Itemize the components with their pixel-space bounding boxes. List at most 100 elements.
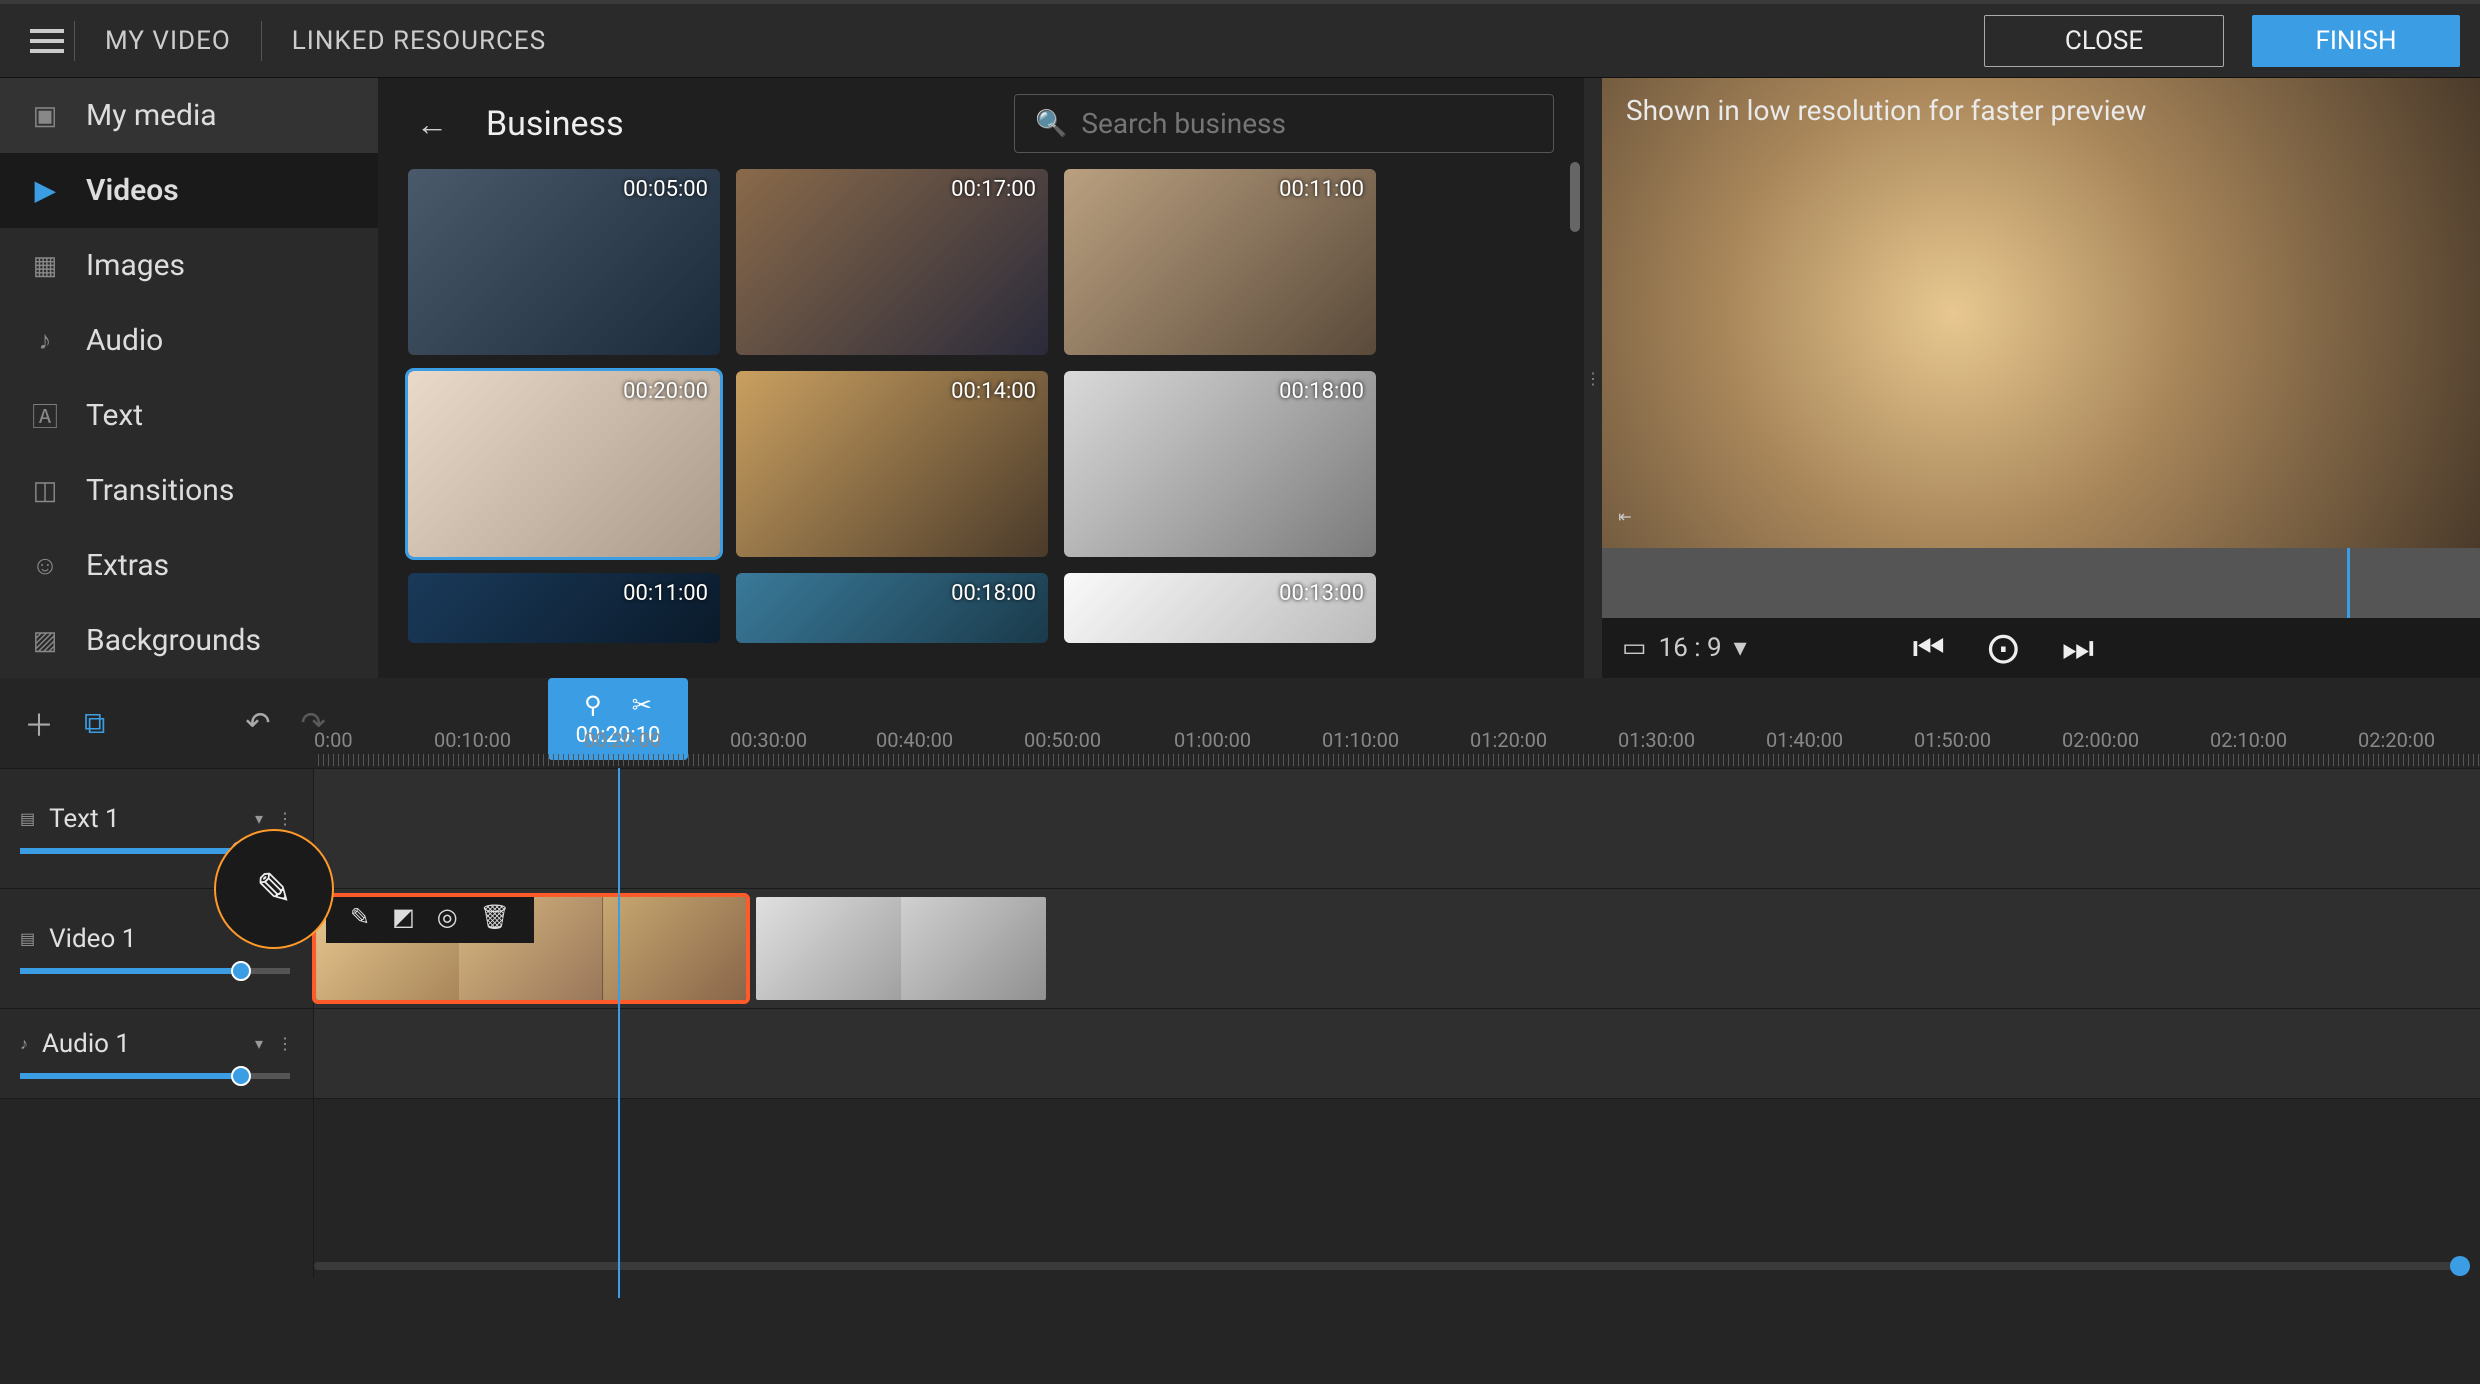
media-thumb[interactable]: 00:18:00 bbox=[1064, 371, 1376, 557]
next-button[interactable]: ⏭ bbox=[2062, 627, 2094, 670]
ruler-tick: 00:30:00 bbox=[730, 728, 807, 752]
splitter-handle[interactable]: ⋮ bbox=[1584, 78, 1602, 678]
sidebar-item-images[interactable]: ▦ Images bbox=[0, 228, 378, 303]
preview-viewport[interactable]: Shown in low resolution for faster previ… bbox=[1602, 78, 2480, 548]
track-volume-slider[interactable] bbox=[20, 1073, 290, 1079]
track-body[interactable] bbox=[314, 769, 2480, 888]
clip-frame bbox=[603, 897, 746, 1000]
ruler-ticks bbox=[314, 754, 2480, 766]
effects-clip-button[interactable]: ◎ bbox=[427, 903, 468, 931]
sidebar-item-extras[interactable]: ☺ Extras bbox=[0, 528, 378, 603]
divider bbox=[261, 21, 262, 61]
sidebar-item-transitions[interactable]: ◫ Transitions bbox=[0, 453, 378, 528]
smile-icon: ☺ bbox=[30, 551, 60, 581]
sidebar-item-backgrounds[interactable]: ▨ Backgrounds bbox=[0, 603, 378, 678]
ruler-tick: 0:00 bbox=[314, 728, 353, 752]
music-icon: ♪ bbox=[30, 326, 60, 356]
play-button[interactable]: ⊙ bbox=[1985, 622, 2022, 674]
add-button[interactable]: ＋ bbox=[24, 701, 54, 745]
preview-scrubber[interactable] bbox=[1602, 548, 2480, 618]
track-body[interactable]: ✎ ◩ ◎ 🗑 ✎ bbox=[314, 889, 2480, 1008]
timeline-clip[interactable] bbox=[756, 897, 1046, 1000]
track-label: Audio 1 bbox=[42, 1029, 241, 1059]
track-opacity-slider[interactable] bbox=[20, 968, 290, 974]
media-thumb[interactable]: 00:14:00 bbox=[736, 371, 1048, 557]
scrub-position bbox=[2347, 548, 2350, 618]
clip-frame bbox=[901, 897, 1046, 1000]
media-thumb[interactable]: 00:17:00 bbox=[736, 169, 1048, 355]
back-button[interactable]: ← bbox=[408, 100, 456, 148]
empty-track-area[interactable] bbox=[314, 1099, 2480, 1278]
time-ruler[interactable]: 0:00 00:10:00 00:20:00 00:30:00 00:40:00… bbox=[314, 728, 2480, 766]
snap-icon[interactable]: ⧉ bbox=[84, 706, 105, 741]
browser-title: Business bbox=[486, 104, 624, 144]
track-menu-icon[interactable]: ⋮ bbox=[277, 1034, 293, 1053]
ruler-tick: 01:30:00 bbox=[1618, 728, 1695, 752]
sidebar-item-text[interactable]: 🄰 Text bbox=[0, 378, 378, 453]
ratio-label: 16 : 9 bbox=[1659, 633, 1722, 663]
ruler-tick: 01:00:00 bbox=[1174, 728, 1251, 752]
marker-icon[interactable]: ⚲ bbox=[584, 691, 602, 719]
track-header-audio: ♪ Audio 1 ▾ ⋮ bbox=[0, 1009, 314, 1098]
search-input[interactable]: 🔍 bbox=[1014, 94, 1554, 153]
media-thumb-selected[interactable]: 00:20:00 bbox=[408, 371, 720, 557]
menu-icon[interactable] bbox=[20, 19, 74, 63]
expand-icon[interactable]: ⇤ bbox=[1610, 486, 1640, 546]
track-menu-icon[interactable]: ⋮ bbox=[277, 809, 293, 828]
empty-track-area bbox=[0, 1099, 314, 1278]
ruler-tick: 01:50:00 bbox=[1914, 728, 1991, 752]
close-button[interactable]: CLOSE bbox=[1984, 15, 2224, 67]
duration-label: 00:13:00 bbox=[1279, 581, 1364, 606]
delete-clip-button[interactable]: 🗑 bbox=[470, 903, 520, 931]
duration-label: 00:05:00 bbox=[623, 177, 708, 202]
aspect-ratio-selector[interactable]: ▭ 16 : 9 ▾ bbox=[1622, 633, 1747, 663]
ruler-tick: 02:10:00 bbox=[2210, 728, 2287, 752]
media-thumb[interactable]: 00:11:00 bbox=[1064, 169, 1376, 355]
duration-label: 00:18:00 bbox=[1279, 379, 1364, 404]
duration-label: 00:17:00 bbox=[951, 177, 1036, 202]
timeline-clip-selected[interactable]: ✎ ◩ ◎ 🗑 bbox=[316, 897, 746, 1000]
sidebar-item-label: Images bbox=[86, 248, 185, 283]
edit-highlight-icon[interactable]: ✎ bbox=[214, 829, 334, 949]
ruler-tick: 00:20:00 bbox=[584, 728, 661, 752]
play-icon: ▶ bbox=[30, 176, 60, 206]
folder-icon: ▣ bbox=[30, 101, 60, 131]
nav-linked-resources[interactable]: LINKED RESOURCES bbox=[292, 26, 546, 56]
nav-my-video[interactable]: MY VIDEO bbox=[105, 26, 231, 56]
sidebar-item-label: Transitions bbox=[86, 473, 234, 508]
search-field[interactable] bbox=[1081, 107, 1533, 140]
track-label: Video 1 bbox=[49, 924, 241, 954]
media-thumb[interactable]: 00:05:00 bbox=[408, 169, 720, 355]
ruler-tick: 00:40:00 bbox=[876, 728, 953, 752]
playhead-line[interactable] bbox=[618, 768, 620, 1298]
media-thumb[interactable]: 00:13:00 bbox=[1064, 573, 1376, 643]
divider bbox=[74, 21, 75, 61]
undo-button[interactable]: ↶ bbox=[245, 706, 270, 741]
finish-button[interactable]: FINISH bbox=[2252, 15, 2460, 67]
transition-icon: ◫ bbox=[30, 476, 60, 506]
sidebar-item-label: Videos bbox=[86, 173, 179, 208]
search-icon: 🔍 bbox=[1035, 109, 1067, 139]
edit-clip-button[interactable]: ✎ bbox=[340, 903, 380, 931]
track-body[interactable] bbox=[314, 1009, 2480, 1098]
prev-button[interactable]: ⏮ bbox=[1913, 627, 1945, 670]
duration-label: 00:11:00 bbox=[1279, 177, 1364, 202]
chevron-down-icon[interactable]: ▾ bbox=[255, 809, 263, 828]
clip-toolbar: ✎ ◩ ◎ 🗑 bbox=[326, 897, 534, 943]
chevron-down-icon[interactable]: ▾ bbox=[255, 1034, 263, 1053]
crop-clip-button[interactable]: ◩ bbox=[382, 903, 425, 931]
media-thumb[interactable]: 00:11:00 bbox=[408, 573, 720, 643]
duration-label: 00:14:00 bbox=[951, 379, 1036, 404]
cut-icon[interactable]: ✂ bbox=[632, 691, 652, 719]
scrollbar[interactable] bbox=[1570, 162, 1580, 232]
horizontal-zoom-slider[interactable] bbox=[314, 1262, 2470, 1270]
ruler-tick: 02:20:00 bbox=[2358, 728, 2435, 752]
duration-label: 00:18:00 bbox=[951, 581, 1036, 606]
chevron-down-icon: ▾ bbox=[1734, 633, 1747, 663]
media-thumb[interactable]: 00:18:00 bbox=[736, 573, 1048, 643]
sidebar-item-audio[interactable]: ♪ Audio bbox=[0, 303, 378, 378]
ruler-tick: 00:10:00 bbox=[434, 728, 511, 752]
duration-label: 00:20:00 bbox=[623, 379, 708, 404]
sidebar-item-my-media[interactable]: ▣ My media bbox=[0, 78, 378, 153]
sidebar-item-videos[interactable]: ▶ Videos bbox=[0, 153, 378, 228]
